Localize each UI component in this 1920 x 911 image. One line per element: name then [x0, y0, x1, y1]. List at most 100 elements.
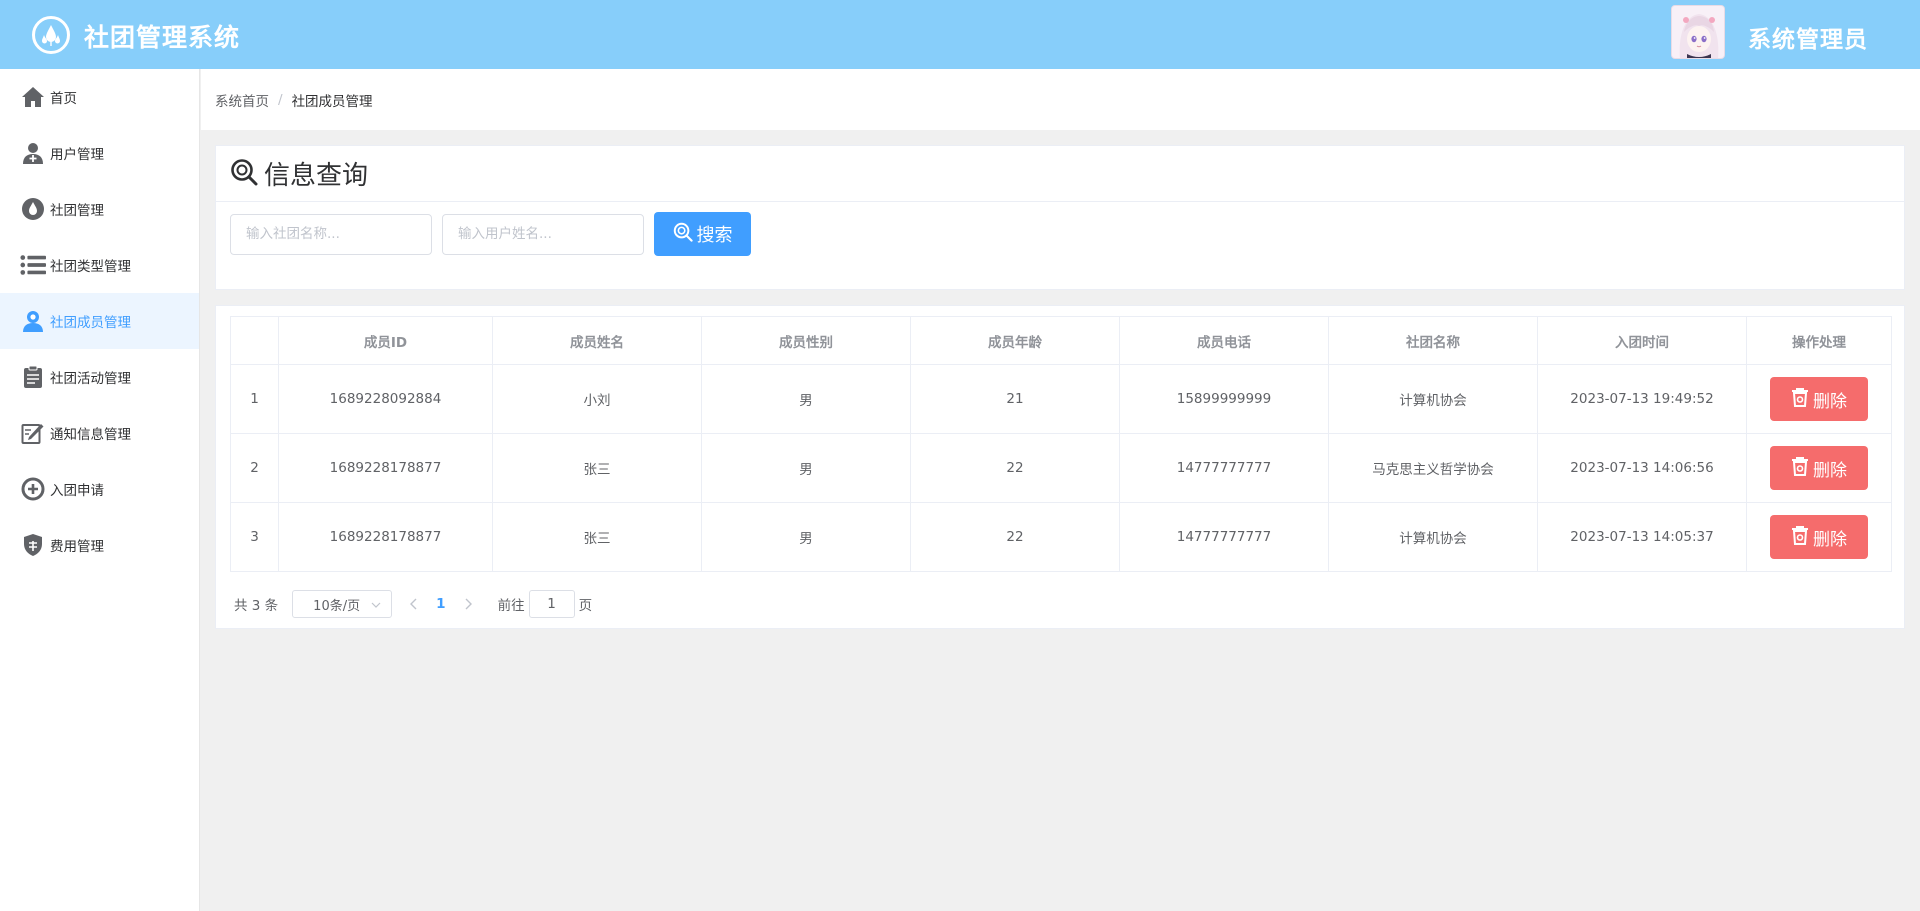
sidebar-item-notices[interactable]: 通知信息管理 [0, 405, 199, 461]
delete-button[interactable]: 删除 [1770, 515, 1868, 559]
cell-gender: 男 [701, 364, 911, 434]
cell-age: 22 [910, 502, 1120, 572]
trash-icon [1791, 387, 1809, 412]
cell-join-time: 2023-07-13 14:05:37 [1537, 502, 1747, 572]
delete-button[interactable]: 删除 [1770, 377, 1868, 421]
member-icon [20, 308, 46, 334]
cell-index: 3 [230, 502, 279, 572]
cell-club: 马克思主义哲学协会 [1328, 433, 1538, 503]
sidebar-item-club-types[interactable]: 社团类型管理 [0, 237, 199, 293]
cell-club: 计算机协会 [1328, 502, 1538, 572]
page-size-value: 10条/页 [313, 598, 361, 614]
sidebar-item-home[interactable]: 首页 [0, 69, 199, 125]
col-header-name: 成员姓名 [492, 316, 702, 365]
col-header-action: 操作处理 [1746, 316, 1892, 365]
cell-action: 删除 [1746, 502, 1892, 572]
logo-icon [32, 16, 70, 54]
delete-button[interactable]: 删除 [1770, 446, 1868, 490]
col-header-id: 成员ID [278, 316, 493, 365]
club-name-input[interactable] [230, 213, 432, 255]
table-row: 2 1689228178877 张三 男 22 14777777777 马克思主… [230, 433, 1892, 503]
user-name[interactable]: 系统管理员 [1748, 20, 1868, 54]
next-page-button[interactable] [464, 595, 472, 614]
app-title: 社团管理系统 [84, 23, 241, 52]
sidebar-item-label: 社团活动管理 [50, 371, 131, 387]
breadcrumb-current: 社团成员管理 [291, 93, 373, 110]
sidebar-item-members[interactable]: 社团成员管理 [0, 293, 199, 349]
cell-club: 计算机协会 [1328, 364, 1538, 434]
user-name-input[interactable] [442, 213, 644, 255]
shield-icon [20, 532, 46, 558]
col-header-club: 社团名称 [1328, 316, 1538, 365]
cell-join-time: 2023-07-13 14:06:56 [1537, 433, 1747, 503]
breadcrumb-separator: / [278, 91, 283, 108]
cell-id: 1689228092884 [278, 364, 493, 434]
cell-phone: 15899999999 [1119, 364, 1329, 434]
table-header-row: 成员ID 成员姓名 成员性别 成员年龄 成员电话 社团名称 入团时间 操作处理 [230, 316, 1892, 365]
list-icon [20, 252, 46, 278]
page-size-select[interactable]: 10条/页 [292, 590, 393, 618]
trash-icon [1791, 456, 1809, 481]
cell-id: 1689228178877 [278, 433, 493, 503]
cell-join-time: 2023-07-13 19:49:52 [1537, 364, 1747, 434]
chevron-down-icon [371, 597, 381, 612]
cell-gender: 男 [701, 433, 911, 503]
search-button[interactable]: 搜索 [654, 212, 751, 256]
page-number-current[interactable]: 1 [436, 596, 445, 612]
cell-phone: 14777777777 [1119, 502, 1329, 572]
drop-icon [20, 196, 46, 222]
query-header: 信息查询 [216, 146, 1904, 202]
query-panel: 信息查询 搜索 [215, 145, 1905, 290]
sidebar-item-applications[interactable]: 入团申请 [0, 461, 199, 517]
sidebar-item-activities[interactable]: 社团活动管理 [0, 349, 199, 405]
trash-icon [1791, 525, 1809, 550]
breadcrumb-home-link[interactable]: 系统首页 [215, 90, 269, 110]
breadcrumb: 系统首页 / 社团成员管理 [201, 69, 1920, 130]
sidebar-item-label: 社团类型管理 [50, 259, 131, 275]
cell-name: 小刘 [492, 364, 702, 434]
sidebar-item-label: 社团成员管理 [50, 315, 131, 331]
table-row: 1 1689228092884 小刘 男 21 15899999999 计算机协… [230, 364, 1892, 434]
query-title: 信息查询 [264, 161, 369, 191]
table-row: 3 1689228178877 张三 男 22 14777777777 计算机协… [230, 502, 1892, 572]
cell-index: 2 [230, 433, 279, 503]
top-header: 社团管理系统 系统管理员 [0, 0, 1920, 69]
delete-button-label: 删除 [1813, 460, 1847, 481]
sidebar-item-label: 用户管理 [50, 147, 104, 163]
sidebar-item-clubs[interactable]: 社团管理 [0, 181, 199, 237]
goto-page-input[interactable] [528, 590, 575, 618]
delete-button-label: 删除 [1813, 529, 1847, 550]
col-header-index [230, 316, 279, 365]
sidebar-item-label: 首页 [50, 91, 77, 107]
cell-gender: 男 [701, 502, 911, 572]
cell-age: 21 [910, 364, 1120, 434]
search-button-label: 搜索 [696, 225, 733, 246]
plus-circle-icon [20, 476, 46, 502]
home-icon [20, 84, 46, 110]
pagination-total: 共 3 条 [234, 598, 279, 614]
col-header-gender: 成员性别 [701, 316, 911, 365]
prev-page-button[interactable] [410, 595, 418, 614]
search-icon [673, 222, 693, 247]
clipboard-icon [20, 364, 46, 390]
goto-prefix: 前往 [497, 598, 525, 614]
sidebar-item-users[interactable]: 用户管理 [0, 125, 199, 181]
sidebar-item-label: 通知信息管理 [50, 427, 131, 443]
cell-index: 1 [230, 364, 279, 434]
col-header-join-time: 入团时间 [1537, 316, 1747, 365]
members-table: 成员ID 成员姓名 成员性别 成员年龄 成员电话 社团名称 入团时间 操作处理 … [230, 316, 1892, 572]
avatar[interactable] [1671, 5, 1725, 59]
col-header-phone: 成员电话 [1119, 316, 1329, 365]
sidebar-item-label: 社团管理 [50, 203, 104, 219]
cell-age: 22 [910, 433, 1120, 503]
cell-name: 张三 [492, 433, 702, 503]
delete-button-label: 删除 [1813, 391, 1847, 412]
cell-id: 1689228178877 [278, 502, 493, 572]
edit-icon [20, 420, 46, 446]
cell-name: 张三 [492, 502, 702, 572]
query-form: 搜索 [216, 202, 1904, 256]
sidebar: 首页 用户管理 社团管理 社团类型管理 社团成员管理 社团活动管理 通知信息管理… [0, 69, 200, 911]
col-header-age: 成员年龄 [910, 316, 1120, 365]
pagination: 共 3 条 10条/页 1 前往 页 [230, 590, 1890, 618]
sidebar-item-fees[interactable]: 费用管理 [0, 517, 199, 573]
